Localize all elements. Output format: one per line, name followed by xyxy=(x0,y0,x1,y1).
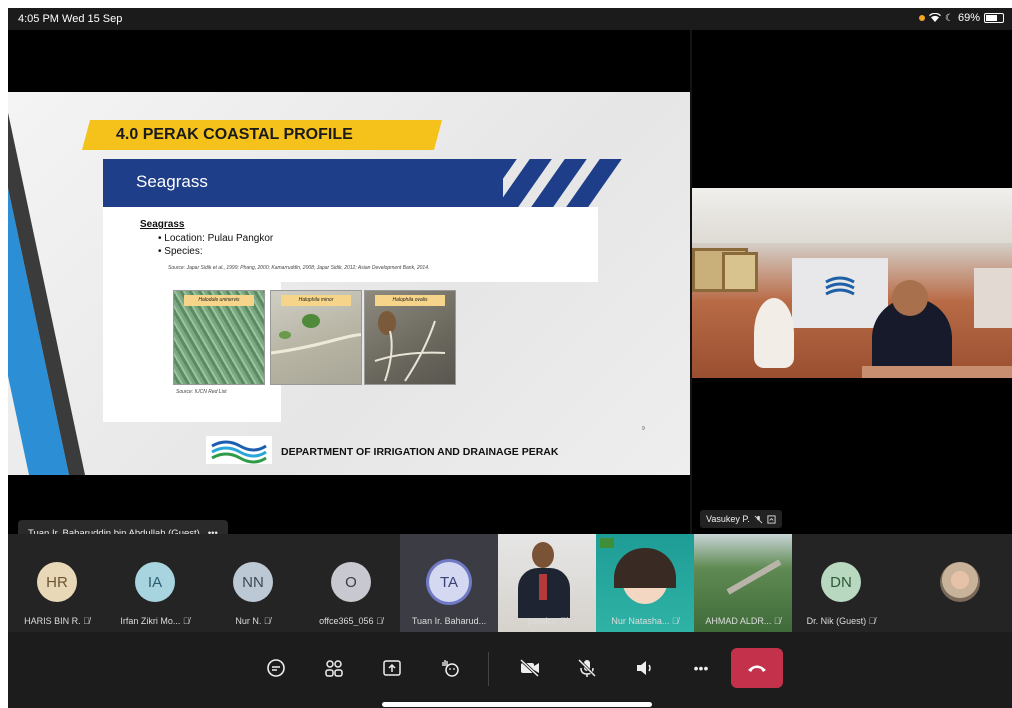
participants-icon xyxy=(325,660,343,677)
participant-tile[interactable]: O offce365_056 🎙̸ xyxy=(302,534,400,632)
slide-page-number: 9 xyxy=(642,426,645,432)
teams-meeting-screen: 4:05 PM Wed 15 Sep ☾ 69% 4.0 PERAK COAST… xyxy=(8,8,1012,708)
participant-name: Dr. Nik (Guest) 🎙̸ xyxy=(806,616,876,626)
bullet-location: • Location: Pulau Pangkor xyxy=(158,233,274,244)
meeting-controls: ••• xyxy=(8,632,1012,708)
participant-tile[interactable]: NN Nur N. 🎙̸ xyxy=(204,534,302,632)
seagrass-illustration xyxy=(271,314,361,355)
screen-share-icon xyxy=(767,514,776,524)
avatar-photo xyxy=(940,562,980,602)
participants-button[interactable] xyxy=(320,654,348,682)
species-image: Halophila minor xyxy=(270,290,362,385)
wifi-icon xyxy=(929,13,941,22)
avatar: DN xyxy=(821,562,861,602)
ios-status-bar: 4:05 PM Wed 15 Sep ☾ 69% xyxy=(8,8,1012,30)
image-source: Source: IUCN Red List xyxy=(176,389,227,395)
mic-in-use-indicator xyxy=(919,15,925,21)
mic-muted-icon: 🎙̸ xyxy=(376,616,383,626)
status-indicators: ☾ 69% xyxy=(919,12,1004,24)
participant-tile[interactable]: Nur Natasha... 🎙̸ xyxy=(596,534,694,632)
reactions-button[interactable] xyxy=(436,654,464,682)
chat-button[interactable] xyxy=(262,654,290,682)
mic-muted-icon: 🎙̸ xyxy=(559,616,567,626)
participant-tile[interactable]: IA Irfan Zikri Mo... 🎙̸ xyxy=(106,534,204,632)
leave-button[interactable] xyxy=(731,648,783,688)
status-time: 4:05 PM Wed 15 Sep xyxy=(18,13,123,25)
participant-name: Nur N. 🎙̸ xyxy=(235,616,271,626)
battery-percent: 69% xyxy=(957,12,980,24)
participant-name: Nur Natasha... 🎙̸ xyxy=(611,616,679,626)
mic-muted-icon: 🎙̸ xyxy=(182,616,190,626)
controls-divider xyxy=(488,652,489,686)
mic-muted-icon: 🎙̸ xyxy=(868,616,876,626)
shared-screen-stage: 4.0 PERAK COASTAL PROFILE Seagrass Seagr… xyxy=(8,30,690,546)
video-ceiling xyxy=(692,188,1012,243)
mic-muted-icon: 🎙̸ xyxy=(83,616,90,626)
slide-section-title: Seagrass xyxy=(136,172,208,191)
camera-off-icon xyxy=(519,658,540,678)
participant-name: offce365_056 🎙̸ xyxy=(319,616,383,626)
mic-muted-icon: 🎙̸ xyxy=(671,616,679,626)
speaker-icon xyxy=(637,661,651,675)
participant-tile-presenting[interactable]: TA Tuan Ir. Baharud... xyxy=(400,534,498,632)
presentation-slide: 4.0 PERAK COASTAL PROFILE Seagrass Seagr… xyxy=(8,92,690,475)
video-picture-frame xyxy=(722,252,758,292)
participant-tile[interactable]: AHMAD ALDR... 🎙̸ xyxy=(694,534,792,632)
avatar: HR xyxy=(37,562,77,602)
participant-name: HARIS BIN R. 🎙̸ xyxy=(24,616,90,626)
mic-toggle-button[interactable] xyxy=(573,654,601,682)
chat-icon xyxy=(267,659,285,677)
phone-hangup-icon xyxy=(748,665,766,672)
species-label: Halodule uninervis xyxy=(184,295,254,306)
moon-icon: ☾ xyxy=(945,12,954,24)
avatar: NN xyxy=(233,562,273,602)
department-name: DEPARTMENT OF IRRIGATION AND DRAINAGE PE… xyxy=(281,446,559,458)
participant-name: perak r. 🎙̸ xyxy=(527,616,567,626)
seagrass-illustration xyxy=(374,311,446,382)
participants-strip: HR HARIS BIN R. 🎙̸ IA Irfan Zikri Mo... … xyxy=(8,534,1012,632)
reactions-icon xyxy=(442,660,459,677)
content-heading: Seagrass xyxy=(140,219,185,230)
mic-muted-icon: 🎙̸ xyxy=(773,616,781,626)
participant-tile[interactable]: DN Dr. Nik (Guest) 🎙̸ xyxy=(792,534,890,632)
speaker-button[interactable] xyxy=(630,654,658,682)
speaker-video[interactable] xyxy=(692,188,1012,378)
participant-tile[interactable]: perak r. 🎙̸ xyxy=(498,534,596,632)
avatar: IA xyxy=(135,562,175,602)
more-button[interactable]: ••• xyxy=(687,654,715,682)
bullet-species: • Species: xyxy=(158,246,203,257)
video-flowers xyxy=(754,298,794,368)
participant-tile[interactable]: HR HARIS BIN R. 🎙̸ xyxy=(8,534,106,632)
battery-icon xyxy=(984,13,1004,23)
video-wall-frame xyxy=(974,268,1012,328)
participant-name: Tuan Ir. Baharud... xyxy=(411,616,487,626)
speaker-name: Vasukey P. xyxy=(706,514,750,524)
home-indicator xyxy=(382,702,652,707)
participant-name: Irfan Zikri Mo... 🎙̸ xyxy=(120,616,190,626)
mic-off-icon xyxy=(577,658,597,678)
video-banner xyxy=(792,258,888,328)
video-desk xyxy=(862,366,1012,378)
speaker-video-stage: Vasukey P. xyxy=(692,30,1012,534)
avatar: TA xyxy=(429,562,469,602)
speaker-name-tag: Vasukey P. xyxy=(700,510,782,528)
species-image: Halophila ovalis xyxy=(364,290,456,385)
department-logo xyxy=(206,436,272,464)
species-image: Halodule uninervis xyxy=(173,290,265,385)
more-icon: ••• xyxy=(693,660,709,676)
avatar: O xyxy=(331,562,371,602)
share-button[interactable] xyxy=(378,654,406,682)
share-icon xyxy=(383,660,401,676)
source-citation: Source: Japar Sidik et al., 1999; Phang,… xyxy=(168,265,430,271)
video-person-head xyxy=(892,280,928,316)
camera-toggle-button[interactable] xyxy=(516,654,544,682)
participant-name: AHMAD ALDR... 🎙̸ xyxy=(705,616,781,626)
slide-title: 4.0 PERAK COASTAL PROFILE xyxy=(116,126,353,143)
mic-muted-icon: 🎙̸ xyxy=(263,616,271,626)
mic-muted-icon xyxy=(754,515,763,523)
participant-tile[interactable] xyxy=(890,534,1012,632)
